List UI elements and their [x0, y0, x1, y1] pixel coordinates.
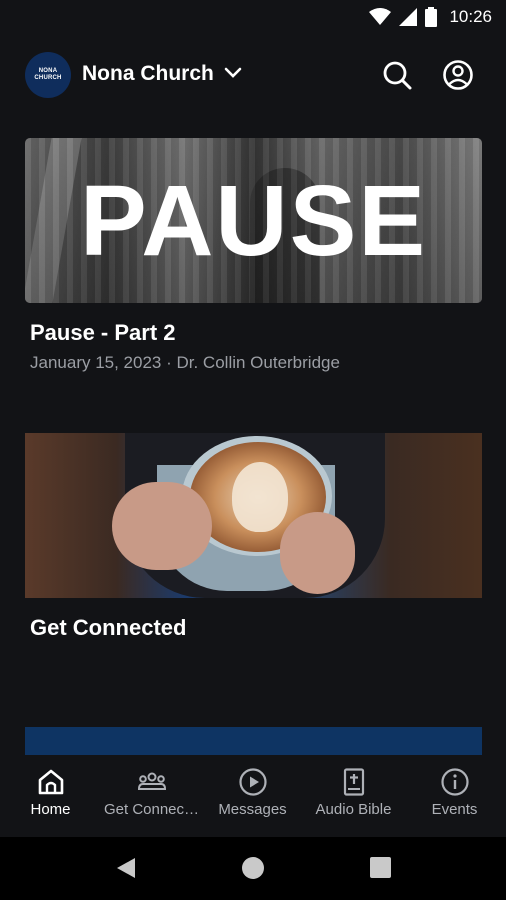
nav-events-label: Events — [431, 801, 478, 818]
system-navigation-bar — [0, 837, 506, 900]
nav-events[interactable]: Events — [404, 755, 505, 837]
nav-messages-label: Messages — [218, 801, 287, 818]
sermon-series-image[interactable]: PAUSE — [25, 138, 482, 303]
battery-icon — [425, 7, 438, 27]
home-icon — [38, 769, 63, 795]
chevron-down-icon[interactable] — [224, 66, 242, 80]
bottom-navigation: Home Get Connec… Messages Audio Bible Ev… — [0, 755, 506, 837]
nav-get-connected[interactable]: Get Connec… — [101, 755, 202, 837]
back-icon[interactable] — [116, 857, 136, 879]
logo-text-line-2: CHURCH — [34, 75, 62, 81]
account-icon[interactable] — [441, 58, 475, 92]
nav-audio-bible[interactable]: Audio Bible — [303, 755, 404, 837]
sermon-image-title: PAUSE — [79, 165, 428, 277]
status-bar: 10:26 — [0, 0, 506, 36]
church-logo[interactable]: NONA CHURCH — [25, 52, 71, 98]
sermon-meta: January 15, 2023 · Dr. Collin Outerbridg… — [30, 353, 340, 372]
wifi-icon — [369, 8, 392, 25]
logo-text-line-1: NONA — [38, 68, 58, 74]
get-connected-title[interactable]: Get Connected — [30, 615, 186, 641]
app-header: NONA CHURCH Nona Church — [0, 48, 506, 102]
play-circle-icon — [238, 768, 267, 796]
nav-audio-bible-label: Audio Bible — [315, 801, 392, 818]
group-icon — [137, 772, 166, 790]
nav-home-label: Home — [30, 801, 71, 818]
sermon-title[interactable]: Pause - Part 2 — [30, 320, 176, 346]
church-name-selector[interactable]: Nona Church — [82, 62, 214, 86]
bible-icon — [343, 768, 364, 796]
next-card-preview[interactable] — [25, 727, 482, 755]
nav-messages[interactable]: Messages — [202, 755, 303, 837]
signal-icon — [399, 8, 418, 26]
search-icon[interactable] — [380, 58, 414, 92]
recents-icon[interactable] — [370, 857, 391, 878]
info-icon — [440, 768, 469, 796]
home-circle-icon[interactable] — [242, 857, 264, 879]
nav-home[interactable]: Home — [0, 755, 101, 837]
status-time: 10:26 — [449, 7, 492, 26]
nav-get-connected-label: Get Connec… — [103, 801, 200, 818]
